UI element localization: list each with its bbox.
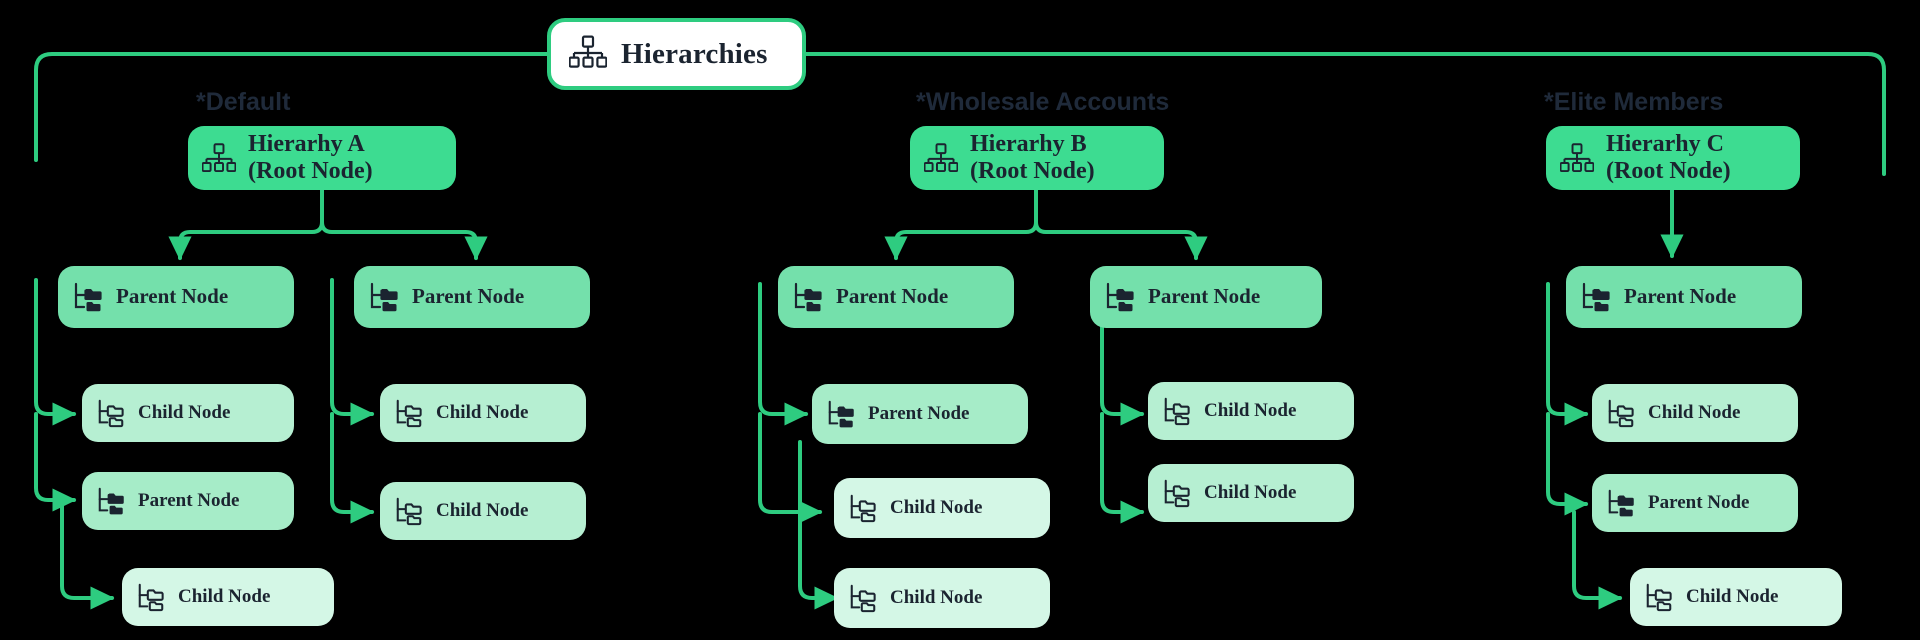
node-label: Parent Node (836, 284, 949, 309)
node-parent-a2[interactable]: Parent Node (354, 266, 590, 328)
node-parent-c1[interactable]: Parent Node (1566, 266, 1802, 328)
org-chart-icon (924, 142, 958, 174)
node-label: Child Node (436, 402, 529, 424)
node-child-b1-1[interactable]: Child Node (834, 478, 1050, 538)
folder-tree-outline-icon (96, 398, 126, 428)
node-label: Hierarhy A (Root Node) (248, 131, 373, 184)
node-parent-b2[interactable]: Parent Node (1090, 266, 1322, 328)
diagram-title-box: Hierarchies (547, 18, 806, 90)
folder-tree-outline-icon (848, 493, 878, 523)
folder-tree-outline-icon (848, 583, 878, 613)
node-label: Hierarhy C (Root Node) (1606, 131, 1731, 184)
node-parent-b1[interactable]: Parent Node (778, 266, 1014, 328)
node-root-hierarchy-b[interactable]: Hierarhy B (Root Node) (910, 126, 1164, 190)
folder-tree-filled-icon (1580, 281, 1612, 313)
node-child-b1-2[interactable]: Child Node (834, 568, 1050, 628)
node-child-a1-nested-1[interactable]: Child Node (122, 568, 334, 626)
folder-tree-outline-icon (1606, 398, 1636, 428)
node-label: Parent Node (1148, 284, 1261, 309)
org-chart-icon (1560, 142, 1594, 174)
org-chart-icon (568, 35, 608, 74)
node-label: Child Node (890, 587, 983, 609)
node-label: Child Node (138, 402, 231, 424)
node-child-b2-2[interactable]: Child Node (1148, 464, 1354, 522)
org-chart-icon (202, 142, 236, 174)
folder-tree-outline-icon (394, 496, 424, 526)
hierarchy-diagram: Hierarchies *Default *Wholesale Accounts… (0, 0, 1920, 640)
node-child-c1-1[interactable]: Child Node (1592, 384, 1798, 442)
node-parent-a1-nested[interactable]: Parent Node (82, 472, 294, 530)
node-label: Child Node (890, 497, 983, 519)
folder-tree-outline-icon (1162, 478, 1192, 508)
column-heading-default: *Default (196, 88, 291, 116)
folder-tree-outline-icon (394, 398, 424, 428)
node-label: Parent Node (412, 284, 525, 309)
node-label: Child Node (1648, 402, 1741, 424)
node-label: Child Node (1686, 586, 1779, 608)
node-child-a2-1[interactable]: Child Node (380, 384, 586, 442)
folder-tree-outline-icon (136, 582, 166, 612)
node-child-b2-1[interactable]: Child Node (1148, 382, 1354, 440)
column-heading-wholesale: *Wholesale Accounts (916, 88, 1170, 116)
node-label: Child Node (436, 500, 529, 522)
node-parent-a1[interactable]: Parent Node (58, 266, 294, 328)
node-label: Child Node (178, 586, 271, 608)
node-child-c1-nested-1[interactable]: Child Node (1630, 568, 1842, 626)
node-label: Parent Node (138, 490, 240, 512)
node-child-a1-1[interactable]: Child Node (82, 384, 294, 442)
folder-tree-outline-icon (1644, 582, 1674, 612)
folder-tree-outline-icon (1162, 396, 1192, 426)
node-root-hierarchy-c[interactable]: Hierarhy C (Root Node) (1546, 126, 1800, 190)
node-child-a2-2[interactable]: Child Node (380, 482, 586, 540)
folder-tree-filled-icon (72, 281, 104, 313)
folder-tree-filled-icon (792, 281, 824, 313)
node-root-hierarchy-a[interactable]: Hierarhy A (Root Node) (188, 126, 456, 190)
node-label: Hierarhy B (Root Node) (970, 131, 1095, 184)
folder-tree-filled-icon (826, 399, 856, 429)
folder-tree-filled-icon (1104, 281, 1136, 313)
folder-tree-filled-icon (1606, 488, 1636, 518)
node-label: Child Node (1204, 400, 1297, 422)
node-parent-c1-nested[interactable]: Parent Node (1592, 474, 1798, 532)
folder-tree-filled-icon (96, 486, 126, 516)
node-label: Parent Node (1624, 284, 1737, 309)
column-heading-elite: *Elite Members (1544, 88, 1724, 116)
node-label: Parent Node (1648, 492, 1750, 514)
node-label: Parent Node (868, 403, 970, 425)
page-title: Hierarchies (621, 37, 768, 70)
folder-tree-filled-icon (368, 281, 400, 313)
node-parent-b1-nested[interactable]: Parent Node (812, 384, 1028, 444)
node-label: Parent Node (116, 284, 229, 309)
node-label: Child Node (1204, 482, 1297, 504)
